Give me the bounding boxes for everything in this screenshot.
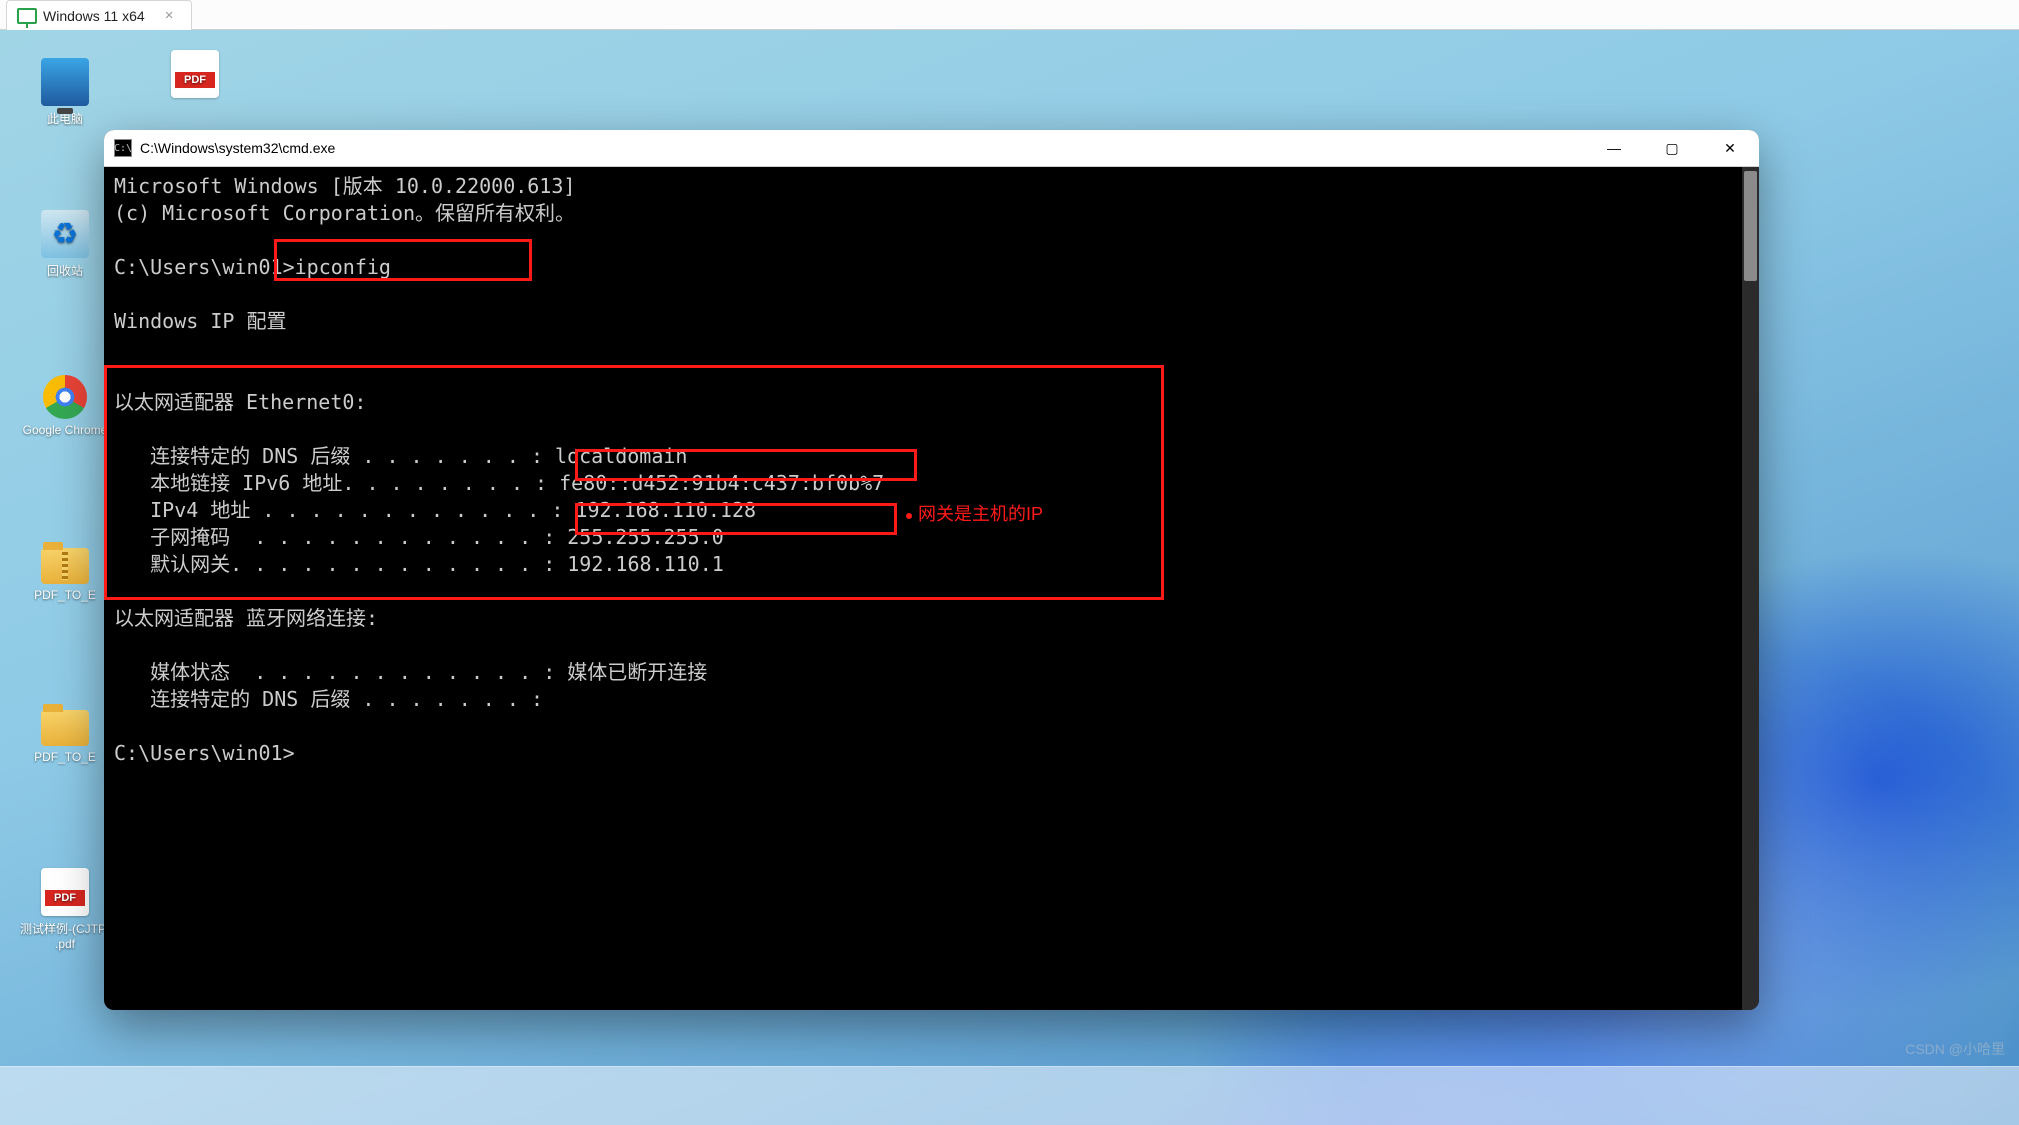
desktop-icon-folder-2[interactable]: PDF_TO_E — [20, 702, 110, 764]
folder-icon — [41, 548, 89, 584]
recycle-bin-icon — [41, 210, 89, 258]
desktop-icon-label: PDF_TO_E — [20, 750, 110, 764]
desktop-icon-chrome[interactable]: Google Chrome — [20, 375, 110, 437]
desktop-icon-pdf-top[interactable] — [150, 50, 240, 102]
cmd-output[interactable]: Microsoft Windows [版本 10.0.22000.613] (c… — [104, 167, 1759, 1010]
pdf-icon — [41, 868, 89, 916]
close-button[interactable]: ✕ — [1701, 130, 1759, 166]
pdf-icon — [171, 50, 219, 98]
cmd-icon: C:\ — [114, 139, 132, 157]
desktop-icon-label: 回收站 — [20, 262, 110, 279]
highlight-annotation: 网关是主机的IP — [918, 501, 1043, 528]
taskbar[interactable] — [0, 1066, 2019, 1125]
cmd-title: C:\Windows\system32\cmd.exe — [140, 140, 335, 156]
windows-desktop[interactable]: 此电脑 回收站 Google Chrome PDF_TO_E PDF_TO_E … — [0, 30, 2019, 1125]
desktop-icon-this-pc[interactable]: 此电脑 — [20, 58, 110, 127]
scrollbar[interactable] — [1742, 167, 1759, 1010]
cmd-line: Windows IP 配置 — [114, 309, 286, 333]
highlight-dot — [906, 513, 912, 519]
cmd-line: 连接特定的 DNS 后缀 . . . . . . . : — [114, 687, 543, 711]
folder-icon — [41, 710, 89, 746]
cmd-window: C:\ C:\Windows\system32\cmd.exe — ▢ ✕ Mi… — [104, 130, 1759, 1010]
desktop-icon-folder-1[interactable]: PDF_TO_E — [20, 540, 110, 602]
cmd-line: 以太网适配器 Ethernet0: — [114, 390, 366, 414]
maximize-button[interactable]: ▢ — [1643, 130, 1701, 166]
cmd-line: 以太网适配器 蓝牙网络连接: — [114, 606, 378, 630]
cmd-titlebar[interactable]: C:\ C:\Windows\system32\cmd.exe — ▢ ✕ — [104, 130, 1759, 167]
desktop-icon-label: PDF_TO_E — [20, 588, 110, 602]
vm-tab-windows11[interactable]: Windows 11 x64 × — [6, 0, 192, 30]
monitor-icon — [17, 8, 37, 24]
cmd-line: IPv4 地址 . . . . . . . . . . . . : 192.16… — [114, 498, 756, 522]
cmd-line: Microsoft Windows [版本 10.0.22000.613] — [114, 174, 575, 198]
scrollbar-thumb[interactable] — [1744, 171, 1757, 281]
cmd-line: 媒体状态 . . . . . . . . . . . . : 媒体已断开连接 — [114, 660, 707, 684]
desktop-icon-label: Google Chrome — [20, 423, 110, 437]
window-button-group: — ▢ ✕ — [1585, 130, 1759, 166]
close-icon[interactable]: × — [165, 7, 174, 24]
cmd-prompt: C:\Users\win01> — [114, 255, 295, 279]
chrome-icon — [43, 375, 87, 419]
cmd-prompt: C:\Users\win01> — [114, 741, 295, 765]
cmd-line: (c) Microsoft Corporation。保留所有权利。 — [114, 201, 575, 225]
pc-icon — [41, 58, 89, 106]
cmd-line: 连接特定的 DNS 后缀 . . . . . . . : localdomain — [114, 444, 687, 468]
cmd-command: ipconfig — [295, 255, 391, 279]
cmd-line: 子网掩码 . . . . . . . . . . . . : 255.255.2… — [114, 525, 724, 549]
watermark: CSDN @小哈里 — [1905, 1039, 2005, 1059]
cmd-line: 本地链接 IPv6 地址. . . . . . . . : fe80::d452… — [114, 471, 884, 495]
minimize-button[interactable]: — — [1585, 130, 1643, 166]
desktop-icon-recycle-bin[interactable]: 回收站 — [20, 210, 110, 279]
vm-tab-label: Windows 11 x64 — [43, 8, 145, 24]
cmd-line: 默认网关. . . . . . . . . . . . . : 192.168.… — [114, 552, 724, 576]
vm-tab-bar: Windows 11 x64 × — [0, 0, 2019, 30]
